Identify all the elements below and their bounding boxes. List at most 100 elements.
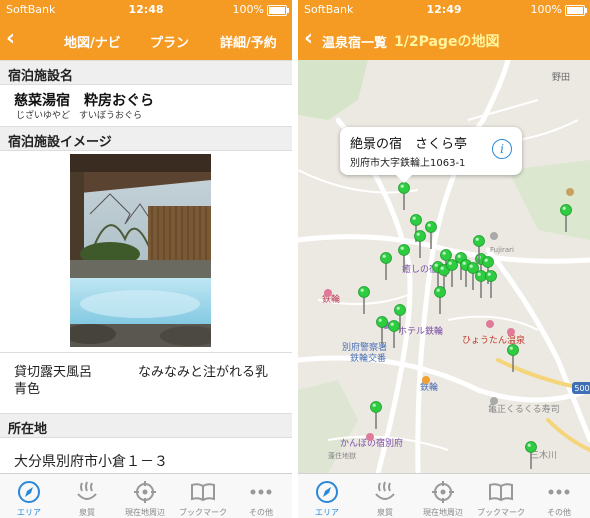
lodging-pin[interactable] — [394, 304, 406, 316]
lodging-pin[interactable] — [398, 244, 410, 256]
tab-label: エリア — [315, 508, 339, 517]
page-title: 1/2Pageの地図 — [394, 34, 500, 50]
tab-label: ブックマーク — [179, 508, 227, 517]
lodging-pin[interactable] — [414, 230, 426, 242]
pin-highlight — [396, 306, 400, 310]
book-icon — [489, 483, 513, 502]
more-icon — [548, 489, 570, 495]
pin-highlight — [527, 443, 531, 447]
pin-highlight — [378, 318, 382, 322]
lodging-pin[interactable] — [473, 235, 485, 247]
onsen-icon — [77, 481, 97, 500]
tab-spring-quality[interactable]: 泉質 — [58, 474, 116, 518]
pin-highlight — [477, 272, 481, 276]
map-label: 鉄輪 — [420, 381, 438, 393]
section-address: 所在地 — [0, 413, 292, 438]
bath-text-continued: 青色 — [14, 382, 41, 397]
compass-icon — [316, 481, 338, 503]
tab-other[interactable]: その他 — [232, 474, 290, 518]
lodging-pin[interactable] — [388, 320, 400, 332]
tab-label: エリア — [17, 508, 41, 517]
detail-screen: SoftBank 12:48 100% ‹ 地図/ナビ プラン 詳細/予約 宿泊… — [0, 0, 292, 518]
lodging-pin[interactable] — [475, 270, 487, 282]
tab-other[interactable]: その他 — [530, 474, 588, 518]
tab-bookmark[interactable]: ブックマーク — [174, 474, 232, 518]
location-icon — [134, 481, 156, 503]
tab-bar: エリア 泉質 現在地周辺 ブックマーク その他 — [0, 473, 292, 518]
tab-label: 泉質 — [377, 508, 393, 517]
compass-icon — [18, 481, 40, 503]
map-label: 亀正くるくる寿司 — [488, 403, 560, 415]
status-bar: SoftBank 12:48 100% — [0, 0, 292, 20]
tab-bookmark[interactable]: ブックマーク — [472, 474, 530, 518]
nav-bar: ‹ 地図/ナビ プラン 詳細/予約 — [0, 20, 292, 60]
pin-highlight — [436, 288, 440, 292]
tab-spring-quality[interactable]: 泉質 — [356, 474, 414, 518]
tab-area[interactable]: エリア — [298, 474, 356, 518]
lodging-ruby: じざいゆやど すいぼうおぐら — [16, 111, 143, 121]
nav-bar: ‹ 温泉宿一覧 1/2Pageの地図 — [298, 20, 590, 60]
tab-nearby[interactable]: 現在地周辺 — [414, 474, 472, 518]
tab-label: その他 — [249, 508, 273, 517]
back-button[interactable]: ‹ — [6, 26, 15, 52]
lodging-pin[interactable] — [446, 259, 458, 271]
address-text: 大分県別府市小倉１－３ — [14, 454, 168, 470]
detail-reserve-button[interactable]: 詳細/予約 — [220, 32, 277, 51]
location-icon — [432, 481, 454, 503]
map-label: 蓬住地獄 — [328, 451, 356, 460]
lodging-pin[interactable] — [380, 252, 392, 264]
pin-highlight — [469, 264, 473, 268]
map-label: 野田 — [552, 72, 570, 83]
lodging-pin[interactable] — [482, 256, 494, 268]
tab-label: 現在地周辺 — [125, 508, 165, 517]
info-button[interactable]: i — [492, 139, 512, 159]
section-label: 所在地 — [8, 422, 48, 437]
pin-highlight — [372, 403, 376, 407]
lodging-pin[interactable] — [525, 441, 537, 453]
map-nav-button[interactable]: 地図/ナビ — [64, 32, 121, 51]
back-label[interactable]: 温泉宿一覧 — [322, 32, 387, 51]
lodging-pin[interactable] — [410, 214, 422, 226]
lodging-pin[interactable] — [398, 182, 410, 194]
tab-label: 泉質 — [79, 508, 95, 517]
battery-percent: 100% — [232, 3, 264, 16]
map-label: ホテル鉄輪 — [398, 325, 443, 337]
battery-percent: 100% — [530, 3, 562, 16]
lodging-pin[interactable] — [485, 270, 497, 282]
lodging-pin[interactable] — [507, 344, 519, 356]
pin-highlight — [440, 266, 444, 270]
lodging-pin[interactable] — [560, 204, 572, 216]
battery-icon — [565, 5, 587, 16]
map-callout[interactable]: 絶景の宿 さくら亭 別府市大字鉄輪上1063-1 i — [340, 127, 522, 183]
tab-area[interactable]: エリア — [0, 474, 58, 518]
lodging-pin[interactable] — [358, 286, 370, 298]
bath-text: なみなみと注がれる乳 — [138, 365, 269, 380]
lodging-pin[interactable] — [434, 286, 446, 298]
section-lodging-name: 宿泊施設名 — [0, 60, 292, 85]
pin-highlight — [400, 184, 404, 188]
pin-highlight — [484, 258, 488, 262]
plan-button[interactable]: プラン — [150, 32, 189, 51]
callout-title: 絶景の宿 さくら亭 — [350, 137, 468, 152]
pin-highlight — [427, 223, 431, 227]
tab-bar: エリア 泉質 現在地周辺 ブックマーク その他 — [298, 473, 590, 518]
lodging-pin[interactable] — [425, 221, 437, 233]
lodging-pin[interactable] — [440, 249, 452, 261]
map-label: ひょうたん温泉 — [462, 334, 525, 346]
lodging-pin[interactable] — [370, 401, 382, 413]
map-view[interactable]: 500 野田 鉄輪 ホテル鉄輪 別府警察署 鉄輪交番 ひょうたん温泉 鉄輪 亀正… — [298, 57, 590, 476]
map-label: Fujirari — [490, 246, 514, 254]
pin-highlight — [509, 346, 513, 350]
tab-label: ブックマーク — [477, 508, 525, 517]
tab-label: その他 — [547, 508, 571, 517]
status-bar: SoftBank 12:49 100% — [298, 0, 590, 20]
pin-highlight — [382, 254, 386, 258]
tab-label: 現在地周辺 — [423, 508, 463, 517]
tab-nearby[interactable]: 現在地周辺 — [116, 474, 174, 518]
pin-highlight — [457, 254, 461, 258]
section-label: 宿泊施設名 — [8, 69, 74, 84]
divider — [0, 352, 292, 353]
back-button[interactable]: ‹ — [304, 26, 313, 52]
pin-highlight — [475, 237, 479, 241]
lodging-pin[interactable] — [376, 316, 388, 328]
